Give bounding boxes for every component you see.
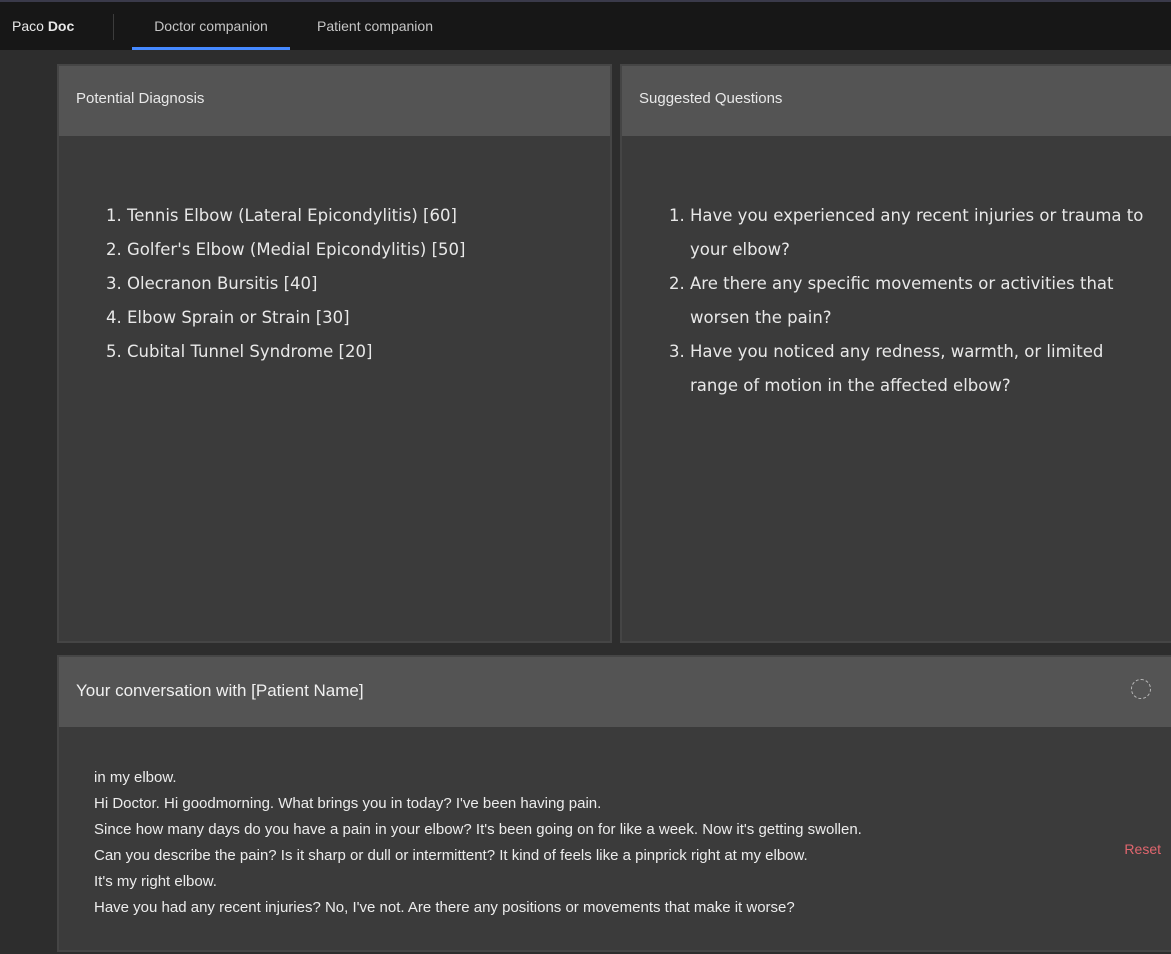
transcript-line: in my elbow. bbox=[94, 769, 177, 786]
reset-button[interactable]: Reset bbox=[1124, 841, 1161, 857]
conversation-transcript: in my elbow. Hi Doctor. Hi goodmorning. … bbox=[94, 765, 1094, 921]
diagnosis-item: Tennis Elbow (Lateral Epicondylitis) [60… bbox=[127, 199, 607, 233]
questions-panel-title: Suggested Questions bbox=[639, 90, 783, 107]
diagnosis-item: Cubital Tunnel Syndrome [20] bbox=[127, 335, 607, 369]
loading-spinner-icon bbox=[1131, 679, 1151, 699]
tab-doctor-companion[interactable]: Doctor companion bbox=[132, 2, 290, 50]
conversation-panel: Your conversation with [Patient Name] in… bbox=[57, 655, 1171, 952]
diagnosis-item: Elbow Sprain or Strain [30] bbox=[127, 301, 607, 335]
brand-name-light: Paco bbox=[12, 18, 48, 34]
top-nav-bar: Paco Doc Doctor companion Patient compan… bbox=[0, 0, 1171, 50]
question-item: Have you noticed any redness, warmth, or… bbox=[690, 335, 1152, 403]
diagnosis-panel-header: Potential Diagnosis bbox=[59, 66, 610, 136]
question-item: Have you experienced any recent injuries… bbox=[690, 199, 1152, 267]
conversation-panel-header: Your conversation with [Patient Name] bbox=[59, 657, 1171, 727]
transcript-line: Can you describe the pain? Is it sharp o… bbox=[94, 847, 808, 864]
questions-panel: Suggested Questions Have you experienced… bbox=[620, 64, 1171, 643]
diagnosis-panel: Potential Diagnosis Tennis Elbow (Latera… bbox=[57, 64, 612, 643]
question-item: Are there any specific movements or acti… bbox=[690, 267, 1152, 335]
transcript-line: Have you had any recent injuries? No, I'… bbox=[94, 899, 795, 916]
transcript-line: It's my right elbow. bbox=[94, 873, 217, 890]
conversation-title: Your conversation with [Patient Name] bbox=[76, 681, 364, 700]
diagnosis-item: Olecranon Bursitis [40] bbox=[127, 267, 607, 301]
brand-divider bbox=[113, 14, 114, 40]
transcript-line: Hi Doctor. Hi goodmorning. What brings y… bbox=[94, 795, 602, 812]
tab-patient-companion[interactable]: Patient companion bbox=[300, 2, 450, 50]
diagnosis-list: Tennis Elbow (Lateral Epicondylitis) [60… bbox=[105, 199, 607, 369]
diagnosis-item: Golfer's Elbow (Medial Epicondylitis) [5… bbox=[127, 233, 607, 267]
tab-patient-companion-label: Patient companion bbox=[317, 18, 433, 34]
brand-name-bold: Doc bbox=[47, 18, 75, 34]
tab-doctor-companion-label: Doctor companion bbox=[154, 18, 268, 34]
diagnosis-panel-title: Potential Diagnosis bbox=[76, 90, 205, 107]
questions-list: Have you experienced any recent injuries… bbox=[668, 199, 1152, 403]
questions-panel-header: Suggested Questions bbox=[622, 66, 1171, 136]
transcript-line: Since how many days do you have a pain i… bbox=[94, 821, 862, 838]
app-brand[interactable]: Paco Doc bbox=[12, 2, 74, 50]
